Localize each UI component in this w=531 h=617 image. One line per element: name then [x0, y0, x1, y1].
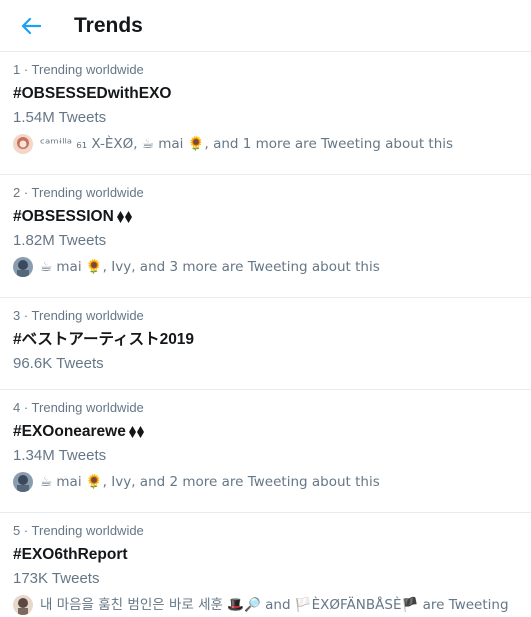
trend-meta: 3 · Trending worldwide	[13, 308, 144, 323]
page-header: Trends	[0, 0, 531, 52]
context-text: 내 마음을 훔친 범인은 바로 세훈 🎩🔎 and 🏳️ÈXØFÄNBÅSÈ🏴 …	[40, 597, 509, 613]
trend-context: ☕ mai 🌻, Ivy, and 2 more are Tweeting ab…	[13, 472, 517, 492]
diamonds-icon	[128, 425, 146, 439]
trend-item-2[interactable]: 2 · Trending worldwide #OBSESSION 1.82M …	[0, 175, 531, 298]
trend-meta: 1 · Trending worldwide	[13, 62, 144, 77]
context-text: ☕ mai 🌻, Ivy, and 2 more are Tweeting ab…	[40, 474, 380, 490]
trend-meta: 5 · Trending worldwide	[13, 523, 144, 538]
trend-meta: 2 · Trending worldwide	[13, 185, 144, 200]
context-text: ᶜᵃᵐᶤˡˡᵃ ₆₁ X-ÈXØ, ☕ mai 🌻, and 1 more ar…	[40, 136, 454, 152]
trend-name[interactable]: #OBSESSEDwithEXO	[13, 84, 517, 104]
avatar[interactable]	[13, 472, 33, 492]
trend-meta: 4 · Trending worldwide	[13, 400, 144, 415]
trend-item-3[interactable]: 3 · Trending worldwide #ベストアーティスト2019 96…	[0, 298, 531, 390]
tweet-count: 173K Tweets	[13, 570, 100, 587]
trend-context: 내 마음을 훔친 범인은 바로 세훈 🎩🔎 and 🏳️ÈXØFÄNBÅSÈ🏴 …	[13, 595, 517, 615]
tweet-count: 96.6K Tweets	[13, 355, 104, 372]
trend-item-4[interactable]: 4 · Trending worldwide #EXOonearewe 1.34…	[0, 390, 531, 513]
trend-item-5[interactable]: 5 · Trending worldwide #EXO6thReport 173…	[0, 513, 531, 617]
avatar[interactable]	[13, 134, 33, 154]
page-title: Trends	[74, 13, 143, 37]
context-text: ☕ mai 🌻, Ivy, and 3 more are Tweeting ab…	[40, 259, 380, 275]
back-arrow-icon[interactable]	[18, 13, 44, 39]
diamonds-icon	[116, 210, 134, 224]
tweet-count: 1.54M Tweets	[13, 109, 107, 126]
tweet-count: 1.82M Tweets	[13, 232, 107, 249]
trend-name[interactable]: #EXOonearewe	[13, 422, 517, 442]
trend-name[interactable]: #OBSESSION	[13, 207, 517, 227]
avatar[interactable]	[13, 257, 33, 277]
trend-context: ᶜᵃᵐᶤˡˡᵃ ₆₁ X-ÈXØ, ☕ mai 🌻, and 1 more ar…	[13, 134, 517, 154]
tweet-count: 1.34M Tweets	[13, 447, 107, 464]
trend-context: ☕ mai 🌻, Ivy, and 3 more are Tweeting ab…	[13, 257, 517, 277]
avatar[interactable]	[13, 595, 33, 615]
trend-item-1[interactable]: 1 · Trending worldwide #OBSESSEDwithEXO …	[0, 52, 531, 175]
trend-name[interactable]: #ベストアーティスト2019	[13, 330, 517, 350]
trend-name[interactable]: #EXO6thReport	[13, 545, 517, 565]
